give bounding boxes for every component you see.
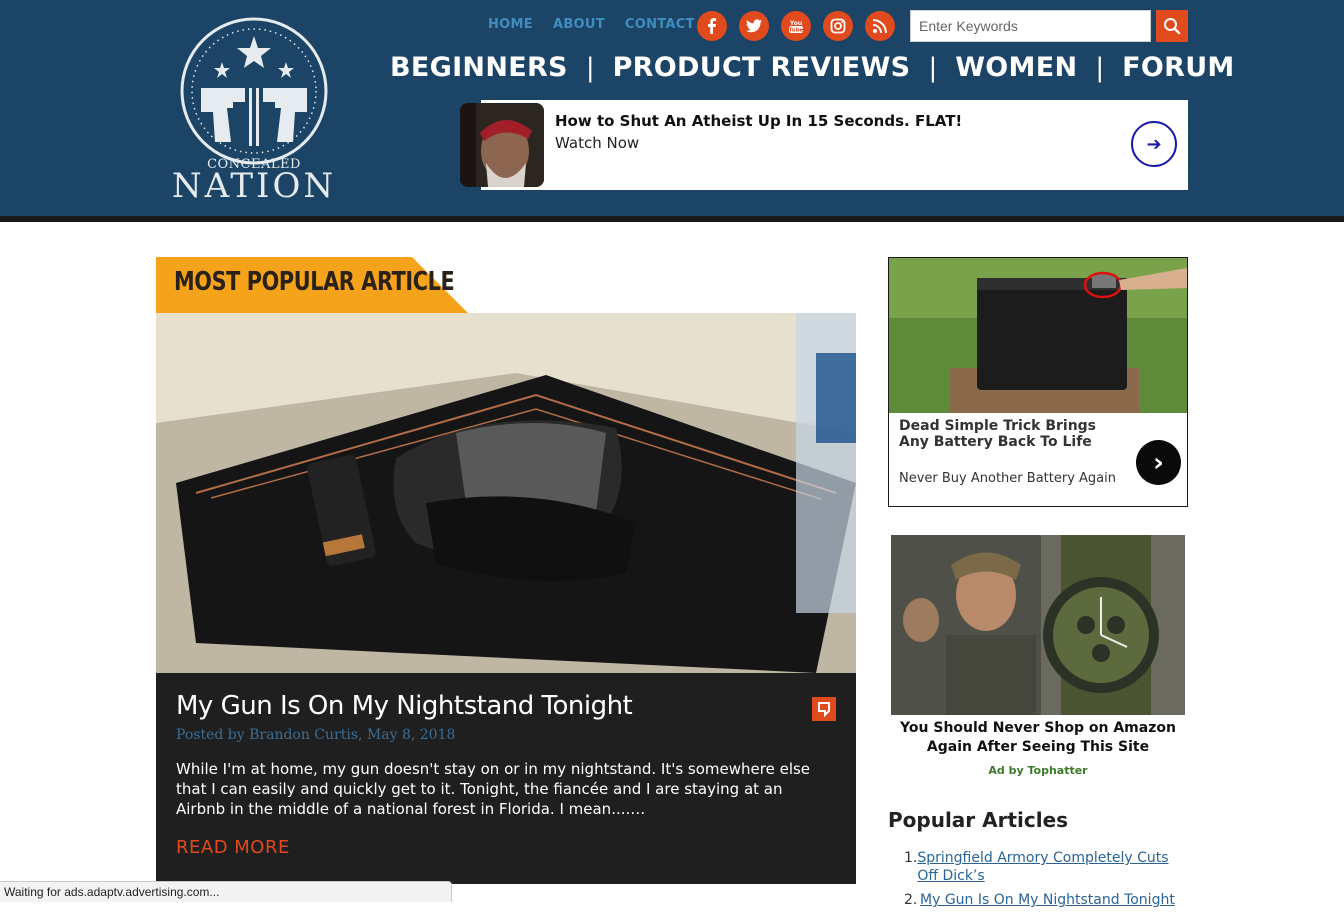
comment-icon[interactable]	[812, 697, 836, 721]
main-nav-product-reviews[interactable]: PRODUCT REVIEWS	[613, 52, 911, 83]
tophatter-ad-image[interactable]	[891, 535, 1185, 715]
social-links: You Tube	[697, 11, 895, 41]
logo-text-nation: NATION	[171, 166, 337, 206]
svg-text:You: You	[789, 20, 802, 27]
badge-label: MOST POPULAR ARTICLE	[174, 267, 455, 297]
tophatter-ad-headline[interactable]: You Should Never Shop on Amazon Again Af…	[891, 719, 1185, 757]
instagram-icon[interactable]	[823, 11, 853, 41]
chevron-right-icon[interactable]: ›	[1136, 440, 1181, 485]
tophatter-ad-attribution[interactable]: Ad by Tophatter	[891, 764, 1185, 777]
nav-separator: |	[585, 52, 595, 83]
feature-article-card: My Gun Is On My Nightstand Tonight Poste…	[156, 673, 856, 884]
rss-icon[interactable]	[865, 11, 895, 41]
facebook-icon[interactable]	[697, 11, 727, 41]
battery-ad-image[interactable]	[889, 258, 1187, 413]
header-ad-headline[interactable]: How to Shut An Atheist Up In 15 Seconds.…	[555, 112, 962, 130]
top-nav-home[interactable]: HOME	[488, 17, 533, 32]
read-more-link[interactable]: READ MORE	[176, 837, 290, 858]
search-button[interactable]	[1156, 10, 1188, 42]
main-nav: BEGINNERS | PRODUCT REVIEWS | WOMEN | FO…	[390, 52, 1235, 83]
main-nav-women[interactable]: WOMEN	[955, 52, 1077, 83]
site-header: CONCEALED NATION HOME ABOUT CONTACT You T…	[0, 0, 1344, 222]
header-ad-thumbnail[interactable]	[460, 103, 544, 187]
header-ad-banner[interactable]: How to Shut An Atheist Up In 15 Seconds.…	[460, 100, 1188, 190]
sidebar-ad-tophatter[interactable]: You Should Never Shop on Amazon Again Af…	[891, 535, 1185, 780]
popular-article-link[interactable]: My Gun Is On My Nightstand Tonight	[920, 891, 1175, 909]
youtube-icon[interactable]: You Tube	[781, 11, 811, 41]
nav-separator: |	[1095, 52, 1105, 83]
popular-articles-heading: Popular Articles	[888, 808, 1069, 832]
search-icon	[1164, 18, 1181, 35]
header-ad-cta[interactable]: Watch Now	[555, 134, 639, 152]
arrow-right-icon[interactable]: ➔	[1131, 121, 1177, 167]
browser-status-bar: Waiting for ads.adaptv.advertising.com..…	[0, 881, 452, 902]
sidebar-ad-battery[interactable]: Dead Simple Trick Brings Any Battery Bac…	[888, 257, 1188, 507]
battery-ad-headline[interactable]: Dead Simple Trick Brings Any Battery Bac…	[899, 418, 1129, 450]
site-logo[interactable]: CONCEALED NATION	[163, 16, 345, 206]
top-nav-contact[interactable]: CONTACT	[625, 17, 695, 32]
svg-text:Tube: Tube	[789, 28, 804, 34]
top-nav-about[interactable]: ABOUT	[553, 17, 605, 32]
list-item-number: 1.	[904, 850, 918, 866]
search-input[interactable]	[910, 10, 1151, 42]
top-nav: HOME ABOUT CONTACT	[488, 17, 695, 32]
twitter-icon[interactable]	[739, 11, 769, 41]
most-popular-badge: MOST POPULAR ARTICLE	[156, 257, 468, 313]
main-nav-forum[interactable]: FORUM	[1122, 52, 1234, 83]
feature-article-title[interactable]: My Gun Is On My Nightstand Tonight	[176, 691, 633, 721]
feature-article-byline: Posted by Brandon Curtis, May 8, 2018	[176, 727, 456, 743]
popular-articles-list: 1. Springfield Armory Completely Cuts Of…	[904, 849, 1184, 915]
list-item: 1. Springfield Armory Completely Cuts Of…	[904, 849, 1184, 885]
popular-article-link[interactable]: Springfield Armory Completely Cuts Off D…	[917, 849, 1184, 885]
feature-article-excerpt: While I'm at home, my gun doesn't stay o…	[176, 760, 811, 818]
nav-separator: |	[928, 52, 938, 83]
battery-ad-subtext: Never Buy Another Battery Again	[899, 471, 1116, 486]
list-item: 2. My Gun Is On My Nightstand Tonight	[904, 891, 1184, 909]
feature-article-image[interactable]	[156, 313, 856, 673]
list-item-number: 2.	[904, 892, 918, 908]
main-nav-beginners[interactable]: BEGINNERS	[390, 52, 568, 83]
